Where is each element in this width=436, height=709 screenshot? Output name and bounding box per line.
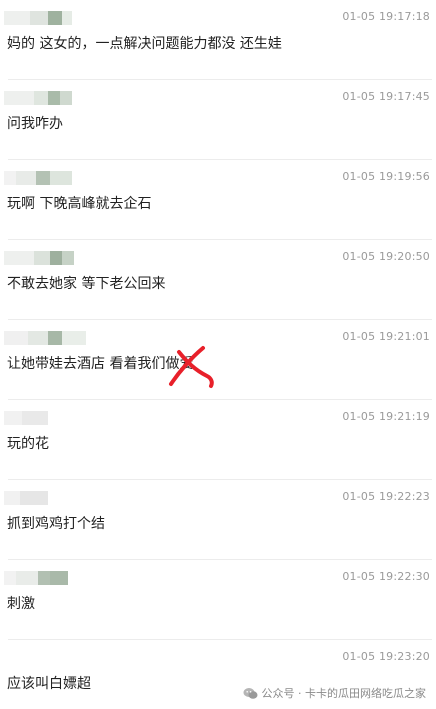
sender-name-blurred [4, 410, 48, 426]
watermark: 公众号 · 卡卡的瓜田网络吃瓜之家 [243, 685, 427, 701]
message-timestamp: 01-05 19:17:18 [342, 10, 430, 23]
message-timestamp: 01-05 19:21:01 [342, 330, 430, 343]
message-text: 玩啊 下晚高峰就去企石 [7, 196, 152, 212]
list-item: 01-05 19:21:01 让她带娃去酒店 看着我们做爱 [0, 320, 436, 400]
sender-name-blurred [4, 170, 72, 186]
sender-name-blurred [4, 90, 72, 106]
sender-name-blurred [4, 570, 68, 586]
list-item: 01-05 19:17:45 问我咋办 [0, 80, 436, 160]
message-timestamp: 01-05 19:17:45 [342, 90, 430, 103]
list-item: 01-05 19:21:19 玩的花 [0, 400, 436, 480]
sender-name-blurred [4, 330, 86, 346]
message-text: 玩的花 [7, 436, 49, 452]
sender-name-blurred [4, 490, 48, 506]
message-text: 妈的 这女的，一点解决问题能力都没 还生娃 [7, 36, 282, 52]
list-item: 01-05 19:20:50 不敢去她家 等下老公回来 [0, 240, 436, 320]
list-item: 01-05 19:22:30 刺激 [0, 560, 436, 640]
red-x-annotation [169, 346, 214, 388]
message-text: 不敢去她家 等下老公回来 [7, 276, 166, 292]
message-text: 问我咋办 [7, 116, 63, 132]
message-timestamp: 01-05 19:20:50 [342, 250, 430, 263]
message-timestamp: 01-05 19:19:56 [342, 170, 430, 183]
list-item: 01-05 19:22:23 抓到鸡鸡打个结 [0, 480, 436, 560]
message-timestamp: 01-05 19:22:30 [342, 570, 430, 583]
watermark-text: 公众号 · 卡卡的瓜田网络吃瓜之家 [261, 687, 427, 700]
message-timestamp: 01-05 19:21:19 [342, 410, 430, 423]
message-text: 应该叫白嫖超 [7, 676, 91, 692]
message-text: 刺激 [7, 596, 35, 612]
message-timestamp: 01-05 19:23:20 [342, 650, 430, 663]
list-item: 01-05 19:19:56 玩啊 下晚高峰就去企石 [0, 160, 436, 240]
wechat-icon [243, 687, 257, 699]
sender-name-blurred [4, 10, 72, 26]
chat-log: 01-05 19:17:18 妈的 这女的，一点解决问题能力都没 还生娃 01-… [0, 0, 436, 709]
message-text: 抓到鸡鸡打个结 [7, 516, 105, 532]
message-timestamp: 01-05 19:22:23 [342, 490, 430, 503]
list-item: 01-05 19:17:18 妈的 这女的，一点解决问题能力都没 还生娃 [0, 0, 436, 80]
sender-name-blurred [4, 250, 74, 266]
